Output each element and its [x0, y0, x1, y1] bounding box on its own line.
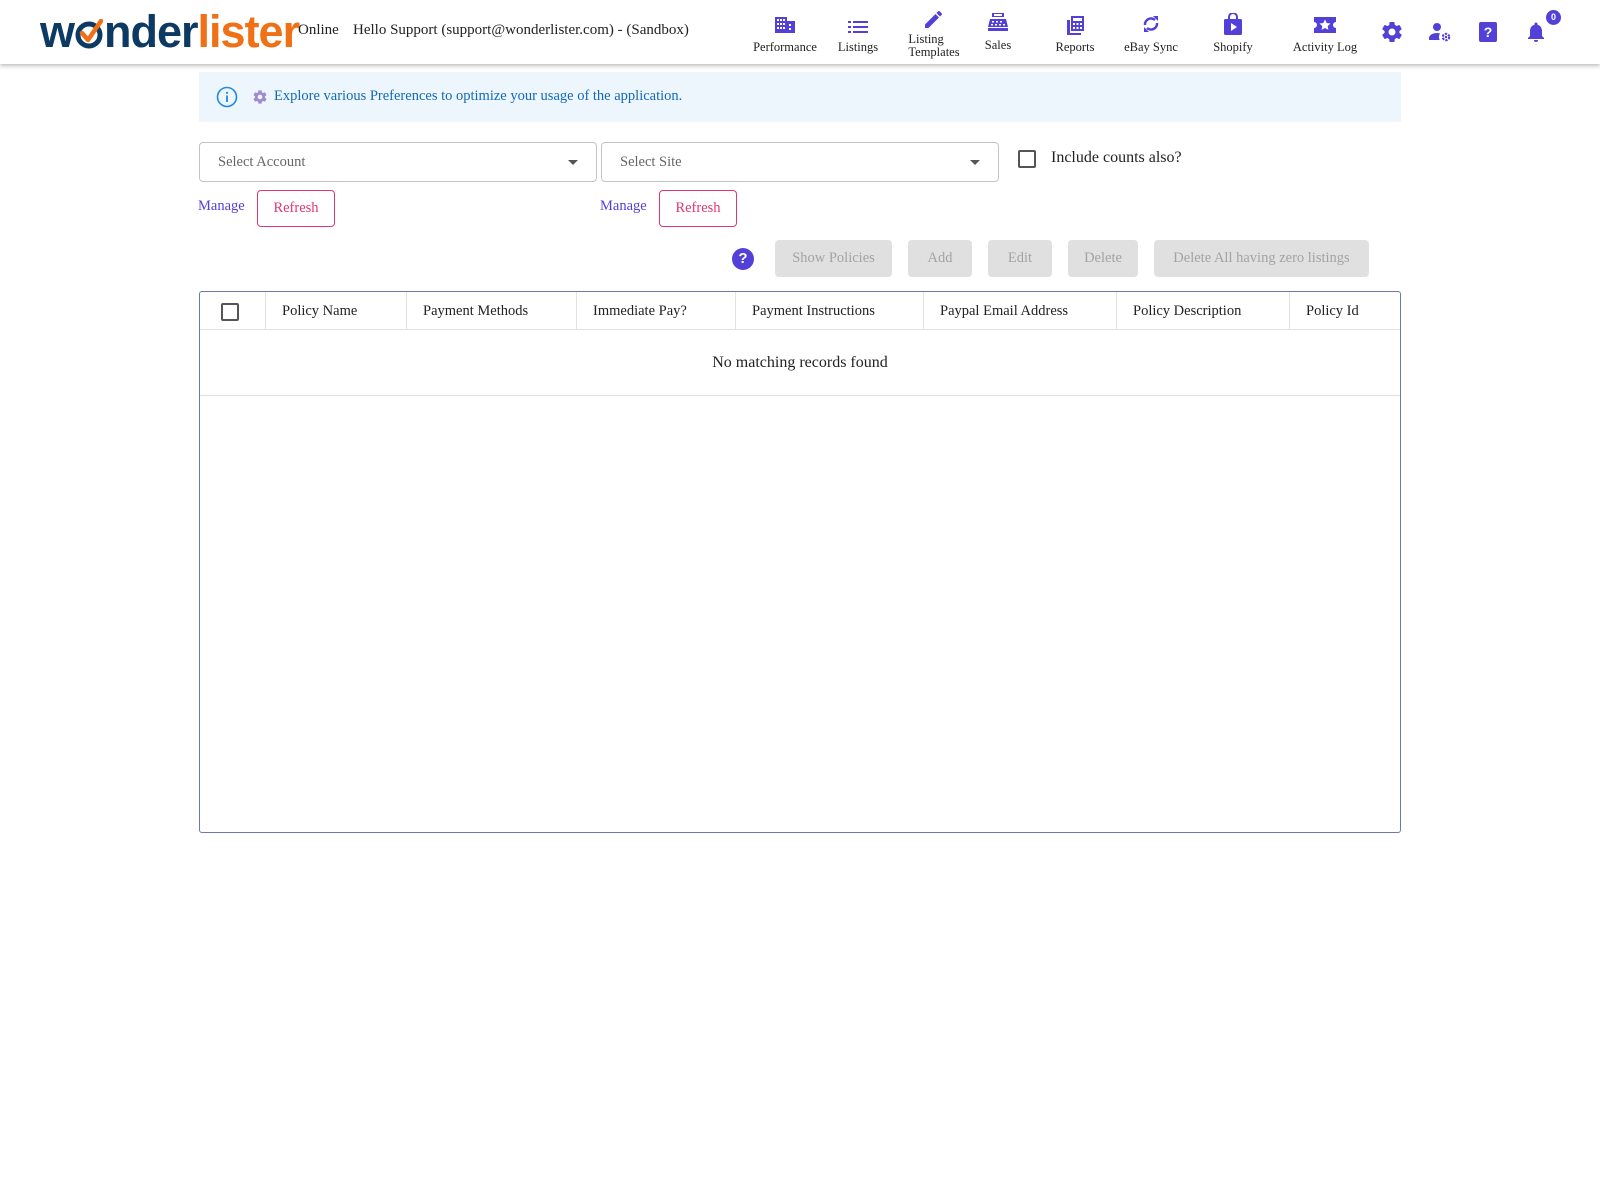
svg-text:?: ? [1484, 24, 1493, 40]
nav-sales[interactable]: Sales [980, 0, 1016, 62]
column-header[interactable]: Policy Id [1290, 292, 1400, 330]
help-square-icon[interactable]: ? [1476, 20, 1500, 44]
nav-label: Activity Log [1292, 40, 1358, 54]
nav-label: Sales [984, 38, 1012, 52]
top-navbar: w nderlister Online Hello Support (suppor… [0, 0, 1600, 64]
nav-label: Shopify [1213, 40, 1253, 54]
table-header: Policy Name Payment Methods Immediate Pa… [200, 292, 1400, 330]
select-account-placeholder: Select Account [218, 154, 306, 170]
select-account-dropdown[interactable]: Select Account [199, 142, 597, 182]
online-status: Online [298, 22, 339, 38]
notifications-bell-icon[interactable] [1524, 20, 1548, 44]
reports-icon [1065, 11, 1085, 35]
column-header[interactable]: Payment Methods [407, 292, 577, 330]
nav-label: Reports [1055, 40, 1095, 54]
include-counts-checkbox[interactable] [1018, 150, 1036, 168]
logo-check-o-icon [75, 19, 104, 49]
refresh-sites-button[interactable]: Refresh [659, 190, 737, 227]
list-icon [848, 11, 868, 35]
sync-icon [1141, 11, 1161, 35]
nav-reports[interactable]: Reports [1052, 0, 1098, 62]
logo-text-lister: lister [197, 6, 301, 57]
include-counts-label: Include counts also? [1051, 149, 1182, 166]
preferences-gear-icon [252, 89, 268, 105]
edit-button[interactable]: Edit [988, 240, 1052, 277]
ticket-star-icon [1313, 11, 1337, 35]
logo-text-w: w [40, 6, 75, 57]
wonderlister-logo[interactable]: w nderlister [40, 6, 301, 57]
nav-label: eBay Sync [1124, 40, 1178, 54]
chevron-down-icon [970, 160, 980, 165]
policies-table: Policy Name Payment Methods Immediate Pa… [199, 291, 1401, 833]
select-all-cell [200, 292, 266, 330]
select-all-checkbox[interactable] [221, 303, 239, 321]
nav-listings[interactable]: Listings [832, 0, 884, 62]
cash-register-icon [987, 9, 1009, 33]
nav-ebay-sync[interactable]: eBay Sync [1112, 0, 1190, 62]
manage-accounts-link[interactable]: Manage [198, 198, 245, 215]
empty-table-message: No matching records found [200, 330, 1400, 396]
column-header[interactable]: Immediate Pay? [577, 292, 736, 330]
nav-label: Listing Templates [908, 32, 960, 59]
column-header[interactable]: Policy Description [1117, 292, 1290, 330]
pencil-icon [923, 6, 945, 30]
column-header[interactable]: Payment Instructions [736, 292, 924, 330]
chevron-down-icon [568, 160, 578, 165]
add-button[interactable]: Add [908, 240, 972, 277]
info-icon [216, 86, 238, 108]
show-policies-button[interactable]: Show Policies [775, 240, 892, 277]
refresh-accounts-button[interactable]: Refresh [257, 190, 335, 227]
banner-message: Explore various Preferences to optimize … [274, 88, 683, 104]
nav-activity-log[interactable]: Activity Log [1292, 0, 1358, 62]
select-site-dropdown[interactable]: Select Site [601, 142, 999, 182]
delete-button[interactable]: Delete [1068, 240, 1138, 277]
building-icon [774, 11, 796, 35]
user-settings-icon[interactable] [1428, 20, 1452, 44]
logo-text-nder: nder [104, 6, 199, 57]
nav-listing-templates[interactable]: Listing Templates [906, 0, 962, 62]
nav-shopify[interactable]: Shopify [1208, 0, 1258, 62]
user-greeting: Hello Support (support@wonderlister.com)… [353, 22, 689, 38]
info-banner: Explore various Preferences to optimize … [199, 72, 1401, 122]
notification-count-badge: 0 [1546, 10, 1561, 25]
manage-sites-link[interactable]: Manage [600, 198, 647, 215]
help-icon[interactable]: ? [732, 248, 754, 270]
column-header[interactable]: Policy Name [266, 292, 407, 330]
nav-label: Listings [837, 40, 879, 54]
delete-zero-listings-button[interactable]: Delete All having zero listings [1154, 240, 1369, 277]
nav-performance[interactable]: Performance [750, 0, 820, 62]
shopify-bag-icon [1223, 11, 1243, 35]
settings-gear-icon[interactable] [1380, 20, 1404, 44]
select-site-placeholder: Select Site [620, 154, 682, 170]
column-header[interactable]: Paypal Email Address [924, 292, 1117, 330]
nav-label: Performance [753, 40, 817, 54]
